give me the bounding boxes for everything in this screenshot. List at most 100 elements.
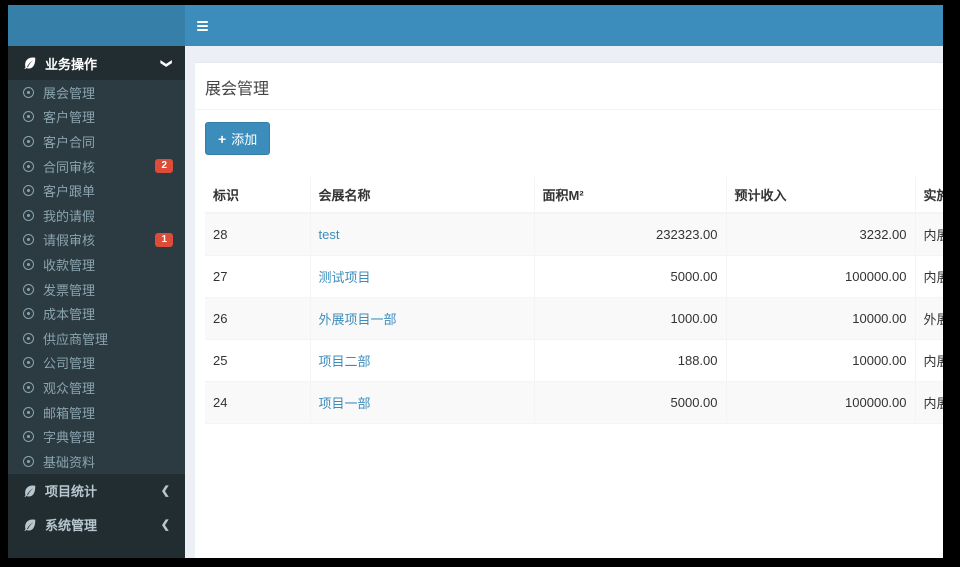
table-row: 26 外展项目一部 1000.0010000.00外展项目部 (205, 297, 943, 340)
sidebar-item-label: 客户管理 (43, 110, 96, 126)
sidebar-item[interactable]: 客户合同 (8, 129, 185, 154)
table-row: 24 项目一部 5000.00100000.00内展项目部 (205, 381, 943, 424)
sidebar-item[interactable]: 展会管理 (8, 80, 185, 105)
table-row: 28 test 232323.003232.00内展项目部 (205, 213, 943, 256)
sidebar-item-label: 发票管理 (43, 282, 96, 298)
sidebar-item[interactable]: 请假审核 1 (8, 228, 185, 253)
sidebar-item[interactable]: 供应商管理 (8, 326, 185, 351)
table-cell-id: 27 (205, 255, 310, 298)
table-cell-area: 232323.00 (533, 213, 726, 256)
sidebar: 业务操作 ❮ 展会管理客户管理客户合同合同审核 2 客户跟单我的请假 请假审核 1 收款管… (8, 46, 185, 558)
sidebar-section-label: 系统管理 (45, 518, 98, 533)
panel-body: + 添加 标识会展名称面积M²预计收入实施部门 28 test 232323.003… (195, 110, 943, 434)
table-cell-income: 10000.00 (725, 297, 915, 340)
logo-area (8, 5, 185, 46)
sidebar-item[interactable]: 我的请假 (8, 203, 185, 228)
chevron-down-icon: ❮ (159, 58, 172, 68)
table-cell-dept: 内展项目部 (914, 381, 943, 424)
table-header-row: 标识会展名称面积M²预计收入实施部门 (205, 177, 943, 214)
add-button-label: 添加 (231, 132, 258, 147)
sidebar-item[interactable]: 成本管理 (8, 301, 185, 326)
notification-badge: 1 (155, 232, 173, 247)
add-button[interactable]: + 添加 (205, 122, 271, 155)
panel-header: 展会管理 (195, 63, 943, 110)
table-cell-income: 3232.00 (725, 213, 915, 256)
sidebar-item[interactable]: 公司管理 (8, 351, 185, 376)
sidebar-item-label: 邮箱管理 (43, 405, 96, 421)
exhibition-name-link[interactable]: test (319, 227, 340, 242)
table-cell-income: 100000.00 (725, 381, 915, 424)
sidebar-item-label: 客户跟单 (43, 184, 96, 200)
sidebar-toggle-button[interactable] (185, 5, 219, 46)
sidebar-item[interactable]: 客户管理 (8, 105, 185, 130)
sidebar-item[interactable]: 合同审核 2 (8, 154, 185, 179)
sidebar-section-business-ops[interactable]: 业务操作 ❮ (8, 46, 185, 80)
dot-circle-icon (23, 455, 34, 467)
dot-circle-icon (23, 160, 34, 172)
sidebar-item[interactable]: 发票管理 (8, 277, 185, 302)
plus-icon: + (218, 130, 227, 147)
sidebar-item-label: 公司管理 (43, 356, 96, 372)
dot-circle-icon (23, 357, 34, 369)
column-header: 会展名称 (309, 177, 534, 214)
table-row: 25 项目二部 188.0010000.00内展项目部 (205, 339, 943, 382)
notification-badge: 2 (155, 159, 173, 174)
exhibition-name-cell: 项目一部 (309, 381, 534, 424)
exhibition-name-link[interactable]: 外展项目一部 (319, 312, 397, 327)
exhibition-name-link[interactable]: 项目二部 (319, 354, 371, 369)
column-header: 实施部门 (914, 177, 943, 214)
table-cell-area: 188.00 (533, 339, 726, 382)
sidebar-item[interactable]: 客户跟单 (8, 178, 185, 203)
sidebar-item[interactable]: 收款管理 (8, 252, 185, 277)
table-cell-income: 10000.00 (725, 339, 915, 382)
table-cell-dept: 外展项目部 (914, 297, 943, 340)
table-cell-dept: 内展项目部 (914, 339, 943, 382)
sidebar-item[interactable]: 字典管理 (8, 424, 185, 449)
table-cell-area: 5000.00 (533, 255, 726, 298)
table-cell-dept: 内展项目部 (914, 213, 943, 256)
page-title: 展会管理 (205, 81, 270, 98)
dot-circle-icon (23, 406, 34, 418)
dot-circle-icon (23, 234, 34, 246)
sidebar-item-label: 收款管理 (43, 257, 96, 273)
sidebar-section-label: 业务操作 (45, 56, 98, 72)
dot-circle-icon (23, 185, 34, 197)
sidebar-item-label: 合同审核 (43, 159, 96, 175)
column-header: 面积M² (533, 177, 726, 214)
dot-circle-icon (23, 258, 34, 270)
dot-circle-icon (23, 111, 34, 123)
exhibition-name-cell: 外展项目一部 (309, 297, 534, 340)
sidebar-section-project-stats[interactable]: 项目统计 ❮ (8, 474, 185, 508)
exhibition-table: 标识会展名称面积M²预计收入实施部门 28 test 232323.003232.0… (205, 177, 943, 424)
dot-circle-icon (23, 332, 34, 344)
dot-circle-icon (23, 381, 34, 393)
sidebar-item-label: 观众管理 (43, 380, 96, 396)
table-cell-id: 26 (205, 297, 310, 340)
sidebar-item-label: 基础资料 (43, 454, 96, 470)
sidebar-item[interactable]: 基础资料 (8, 449, 185, 474)
exhibition-name-link[interactable]: 项目一部 (319, 396, 371, 411)
sidebar-item-label: 展会管理 (43, 85, 96, 101)
table-cell-income: 100000.00 (725, 255, 915, 298)
exhibition-name-cell: 测试项目 (309, 255, 534, 298)
column-header: 预计收入 (725, 177, 915, 214)
sidebar-item-label: 字典管理 (43, 430, 96, 446)
top-navbar (8, 5, 943, 46)
table-cell-id: 24 (205, 381, 310, 424)
chevron-left-icon: ❮ (160, 519, 170, 531)
sidebar-item-label: 供应商管理 (43, 331, 109, 347)
exhibition-panel: 展会管理 + 添加 标识会展名称面积M²预计收入实施部门 28 test 23232… (195, 62, 943, 558)
dot-circle-icon (23, 431, 34, 443)
sidebar-item-label: 客户合同 (43, 134, 96, 150)
dot-circle-icon (23, 135, 34, 147)
sidebar-item[interactable]: 邮箱管理 (8, 400, 185, 425)
hamburger-icon (196, 20, 208, 23)
content-area: 展会管理 + 添加 标识会展名称面积M²预计收入实施部门 28 test 23232… (185, 46, 943, 558)
leaf-icon (23, 484, 37, 498)
sidebar-section-system-mgmt[interactable]: 系统管理 ❮ (8, 508, 185, 542)
sidebar-item[interactable]: 观众管理 (8, 375, 185, 400)
exhibition-name-cell: 项目二部 (309, 339, 534, 382)
exhibition-name-link[interactable]: 测试项目 (319, 270, 371, 285)
navbar (185, 5, 943, 46)
dot-circle-icon (23, 209, 34, 221)
